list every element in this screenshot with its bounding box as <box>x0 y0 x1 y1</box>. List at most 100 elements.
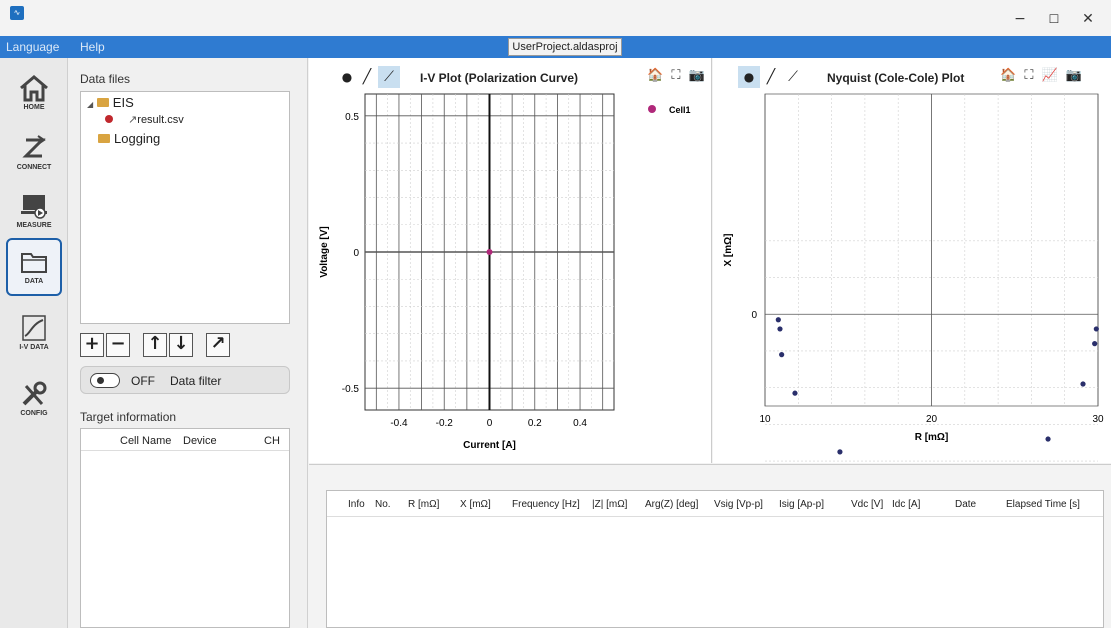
iv-y-tick-label: 0 <box>353 248 359 259</box>
connect-icon <box>22 135 46 158</box>
iv-y-axis-label: Voltage [V] <box>319 226 330 277</box>
column-no[interactable]: No. <box>375 499 391 510</box>
column-z[interactable]: |Z| [mΩ] <box>592 499 627 510</box>
marker-mode-icon[interactable]: ● <box>336 66 358 88</box>
iv-data-point <box>486 249 493 255</box>
column-cell-name[interactable]: Cell Name <box>120 435 171 447</box>
close-button[interactable]: ✕ <box>1071 8 1105 30</box>
line-mode-icon[interactable]: ╱ <box>356 66 378 88</box>
nyquist-data-point <box>1092 341 1098 347</box>
project-file-title: UserProject.aldasproj <box>508 38 622 56</box>
move-down-button[interactable]: ↓ <box>169 333 193 357</box>
nyquist-y-axis-label: X [mΩ] <box>723 233 734 266</box>
column-device[interactable]: Device <box>183 435 217 447</box>
tree-label-result-csv: result.csv <box>137 114 184 126</box>
minimize-button[interactable]: − <box>1003 8 1037 30</box>
column-vdc[interactable]: Vdc [V] <box>851 499 883 510</box>
iv-y-tick-label: 0.5 <box>345 112 359 123</box>
nyquist-plot-tools[interactable]: 🏠 ⛶ 📈 📷 <box>1000 68 1084 83</box>
target-information-table[interactable]: Cell Name Device CH <box>80 428 290 628</box>
line-marker-mode-icon[interactable]: ⟋ <box>782 66 804 88</box>
nav-item-config[interactable]: CONFIG <box>6 372 62 430</box>
line-marker-mode-icon[interactable]: ⟋ <box>378 66 400 88</box>
marker-mode-icon[interactable]: ● <box>738 66 760 88</box>
title-bar: ∿ − ☐ ✕ <box>0 0 1111 36</box>
tree-item-eis[interactable]: ◢ EIS <box>87 95 134 110</box>
nav-item-measure[interactable]: MEASURE <box>6 184 62 242</box>
nyquist-data-point <box>837 449 843 455</box>
column-frequency[interactable]: Frequency [Hz] <box>512 499 580 510</box>
tree-item-logging[interactable]: Logging <box>98 131 160 146</box>
nyquist-plot-chart[interactable]: 102030-100 R [mΩ] X [mΩ] <box>713 90 1108 462</box>
data-filter-toggle[interactable] <box>90 373 120 388</box>
folder-icon <box>96 98 109 107</box>
nyquist-y-tick-label: 0 <box>751 310 757 321</box>
nav-item-data[interactable]: DATA <box>6 238 62 296</box>
column-vsig[interactable]: Vsig [Vp-p] <box>714 499 763 510</box>
export-button[interactable]: ↗ <box>206 333 230 357</box>
nav-sidebar: HOME CONNECT MEASURE DATA I-V DATA CONFI… <box>0 58 68 628</box>
nav-label-config: CONFIG <box>20 410 48 417</box>
iv-data-icon <box>22 315 46 341</box>
menu-help[interactable]: Help <box>80 40 105 54</box>
iv-x-tick-label: 0 <box>487 418 493 429</box>
filter-state: OFF <box>131 374 155 388</box>
legend-marker-cell1 <box>648 105 656 113</box>
tree-label-logging: Logging <box>114 131 161 146</box>
column-ch[interactable]: CH <box>264 435 280 447</box>
expand-arrow-icon[interactable]: ◢ <box>87 100 93 109</box>
tree-label-eis: EIS <box>112 95 134 110</box>
measurement-data-grid[interactable]: Info No. R [mΩ] X [mΩ] Frequency [Hz] |Z… <box>326 490 1104 628</box>
iv-plot-tools[interactable]: 🏠 ⛶ 📷 <box>647 68 707 83</box>
column-argz[interactable]: Arg(Z) [deg] <box>645 499 698 510</box>
nyquist-data-point <box>792 390 798 396</box>
config-icon <box>22 381 47 406</box>
nyquist-data-point <box>1093 326 1099 332</box>
filter-label: Data filter <box>170 374 222 388</box>
iv-x-axis-label: Current [A] <box>463 440 516 451</box>
app-icon: ∿ <box>10 6 24 20</box>
status-dot-icon <box>105 115 113 123</box>
nyquist-x-tick-label: 30 <box>1092 414 1104 425</box>
iv-plot-title: I-V Plot (Polarization Curve) <box>420 71 579 85</box>
iv-x-tick-label: -0.4 <box>390 418 408 429</box>
data-files-tree[interactable]: ◢ EIS ↗result.csv Logging <box>80 91 290 324</box>
column-x[interactable]: X [mΩ] <box>460 499 491 510</box>
remove-file-button[interactable]: − <box>106 333 130 357</box>
folder-icon <box>98 134 110 143</box>
nyquist-data-point <box>777 326 783 332</box>
column-info[interactable]: Info <box>348 499 365 510</box>
move-up-button[interactable]: ↑ <box>143 333 167 357</box>
nav-label-iv-data: I-V DATA <box>19 344 49 351</box>
nav-item-iv-data[interactable]: I-V DATA <box>6 306 62 364</box>
nyquist-data-point <box>775 317 781 323</box>
nyquist-data-point <box>1080 381 1086 387</box>
nav-label-home: HOME <box>23 104 45 111</box>
legend-label-cell1: Cell1 <box>669 105 691 115</box>
nav-item-home[interactable]: HOME <box>6 66 62 124</box>
folder-icon <box>21 253 47 273</box>
iv-x-tick-label: 0.4 <box>573 418 587 429</box>
add-file-button[interactable]: + <box>80 333 104 357</box>
nav-label-connect: CONNECT <box>16 164 52 171</box>
nyquist-x-axis-label: R [mΩ] <box>915 432 949 443</box>
tree-item-result-csv[interactable]: ↗result.csv <box>105 113 184 126</box>
iv-y-tick-label: -0.5 <box>342 384 360 395</box>
nav-item-connect[interactable]: CONNECT <box>6 126 62 184</box>
menu-language[interactable]: Language <box>6 40 59 54</box>
column-idc[interactable]: Idc [A] <box>892 499 920 510</box>
nyquist-x-tick-label: 10 <box>759 414 771 425</box>
maximize-button[interactable]: ☐ <box>1037 8 1071 30</box>
line-mode-icon[interactable]: ╱ <box>760 66 782 88</box>
nyquist-data-point <box>1045 436 1051 442</box>
column-date[interactable]: Date <box>955 499 976 510</box>
data-files-label: Data files <box>80 72 131 86</box>
column-r[interactable]: R [mΩ] <box>408 499 439 510</box>
nyquist-plot-title: Nyquist (Cole-Cole) Plot <box>827 71 965 85</box>
nyquist-x-tick-label: 20 <box>926 414 938 425</box>
column-elapsed-time[interactable]: Elapsed Time [s] <box>1006 499 1080 510</box>
external-link-icon: ↗ <box>128 114 138 126</box>
nav-label-data: DATA <box>24 278 44 285</box>
column-isig[interactable]: Isig [Ap-p] <box>779 499 824 510</box>
iv-plot-chart[interactable]: -0.4 -0.2 0 0.2 0.4 0.5 0 -0.5 Current [A] Volt… <box>309 90 709 462</box>
